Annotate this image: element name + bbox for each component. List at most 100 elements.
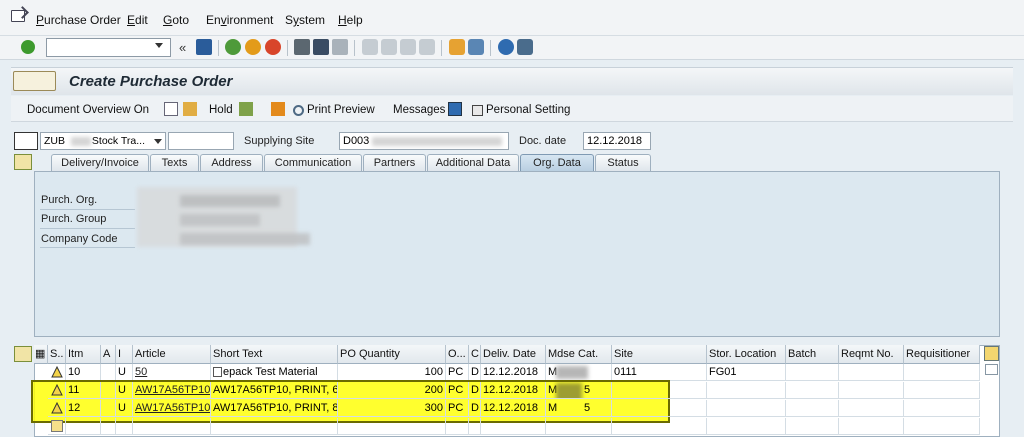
col-po-quantity[interactable]: PO Quantity <box>338 345 446 364</box>
doc-date-field[interactable]: 12.12.2018 <box>583 132 651 150</box>
find-icon[interactable] <box>313 39 329 55</box>
po-quantity-cell[interactable]: 100 <box>338 364 446 381</box>
tab-texts[interactable]: Texts <box>150 154 199 171</box>
site-cell[interactable] <box>612 418 707 435</box>
supplying-site-field[interactable]: D003 <box>339 132 509 150</box>
previous-page-icon[interactable] <box>381 39 397 55</box>
col-short-text[interactable]: Short Text <box>211 345 338 364</box>
col-i[interactable]: I <box>116 345 133 364</box>
item-number[interactable]: 12 <box>66 400 101 417</box>
order-unit-cell[interactable]: PC <box>446 382 469 399</box>
po-quantity-cell[interactable]: 300 <box>338 400 446 417</box>
article-cell[interactable] <box>133 418 211 435</box>
delivery-date-cell[interactable] <box>481 418 546 435</box>
item-number[interactable]: 10 <box>66 364 101 381</box>
col-stor-location[interactable]: Stor. Location <box>707 345 786 364</box>
next-page-icon[interactable] <box>400 39 416 55</box>
item-category[interactable]: U <box>116 400 133 417</box>
order-unit-cell[interactable]: PC <box>446 400 469 417</box>
col-deliv-date[interactable]: Deliv. Date <box>481 345 546 364</box>
batch-cell[interactable] <box>786 418 839 435</box>
date-category-cell[interactable] <box>469 418 481 435</box>
print-preview-icon[interactable] <box>271 102 285 116</box>
batch-cell[interactable] <box>786 382 839 399</box>
reqmt-no-cell[interactable] <box>839 364 904 381</box>
col-mdse-cat[interactable]: Mdse Cat. <box>546 345 612 364</box>
warning-triangle-icon[interactable] <box>51 384 63 396</box>
po-number-field[interactable] <box>168 132 234 150</box>
collapse-items-icon[interactable] <box>14 346 32 362</box>
order-unit-cell[interactable] <box>446 418 469 435</box>
batch-cell[interactable] <box>786 364 839 381</box>
mdse-cat-cell[interactable]: M <box>546 364 612 381</box>
delivery-date-cell[interactable]: 12.12.2018 <box>481 364 546 381</box>
item-category[interactable]: U <box>116 364 133 381</box>
requisitioner-cell[interactable] <box>904 382 980 399</box>
date-category-cell[interactable]: D <box>469 382 481 399</box>
back-icon[interactable] <box>225 39 241 55</box>
shortcut-icon[interactable] <box>468 39 484 55</box>
storage-location-cell[interactable]: FG01 <box>707 364 786 381</box>
collapse-header-icon[interactable] <box>14 154 32 170</box>
requisitioner-cell[interactable] <box>904 400 980 417</box>
item-category[interactable] <box>116 418 133 435</box>
hold-button[interactable]: Hold <box>209 104 233 116</box>
col-a[interactable]: A <box>101 345 116 364</box>
system-menu-icon[interactable] <box>11 10 25 22</box>
find-next-icon[interactable] <box>332 39 348 55</box>
batch-cell[interactable] <box>786 400 839 417</box>
po-quantity-cell[interactable]: 200 <box>338 382 446 399</box>
col-order-unit[interactable]: O... <box>446 345 469 364</box>
tab-delivery-invoice[interactable]: Delivery/Invoice <box>51 154 149 171</box>
date-category-cell[interactable]: D <box>469 364 481 381</box>
delivery-date-cell[interactable]: 12.12.2018 <box>481 400 546 417</box>
item-category[interactable]: U <box>116 382 133 399</box>
storage-location-cell[interactable] <box>707 418 786 435</box>
short-text-cell[interactable]: AW17A56TP10, PRINT, 8 <box>211 400 338 417</box>
site-cell[interactable]: 0111 <box>612 364 707 381</box>
personal-setting-button[interactable]: Personal Setting <box>472 104 570 116</box>
col-site[interactable]: Site <box>612 345 707 364</box>
short-text-cell[interactable] <box>211 418 338 435</box>
document-type-field[interactable]: ZUB Stock Tra... <box>40 132 166 150</box>
customize-layout-icon[interactable] <box>517 39 533 55</box>
requisitioner-cell[interactable] <box>904 364 980 381</box>
print-preview-button[interactable]: Print Preview <box>293 104 375 116</box>
menu-purchase-order[interactable]: Purchase Order <box>36 13 121 27</box>
exit-icon[interactable] <box>245 39 261 55</box>
reqmt-no-cell[interactable] <box>839 400 904 417</box>
tab-partners[interactable]: Partners <box>363 154 426 171</box>
print-icon[interactable] <box>294 39 310 55</box>
tab-communication[interactable]: Communication <box>264 154 362 171</box>
article-cell[interactable]: AW17A56TP10 <box>133 382 211 399</box>
account-assignment-cell[interactable] <box>101 382 116 399</box>
short-text-cell[interactable]: AW17A56TP10, PRINT, 6 <box>211 382 338 399</box>
col-reqmt-no[interactable]: Reqmt No. <box>839 345 904 364</box>
tab-status[interactable]: Status <box>595 154 651 171</box>
tab-org-data[interactable]: Org. Data <box>520 154 594 171</box>
po-quantity-cell[interactable] <box>338 418 446 435</box>
help-icon[interactable] <box>498 39 514 55</box>
col-article[interactable]: Article <box>133 345 211 364</box>
command-field-dropdown-icon[interactable] <box>155 43 163 48</box>
enter-check-icon[interactable] <box>21 40 35 54</box>
create-session-icon[interactable] <box>449 39 465 55</box>
reqmt-no-cell[interactable] <box>839 418 904 435</box>
menu-environment[interactable]: Environment <box>206 13 273 27</box>
open-document-icon[interactable] <box>183 102 197 116</box>
column-settings-icon[interactable] <box>984 346 999 361</box>
delivery-date-cell[interactable]: 12.12.2018 <box>481 382 546 399</box>
col-item[interactable]: Itm <box>66 345 101 364</box>
account-assignment-cell[interactable] <box>101 400 116 417</box>
mdse-cat-cell[interactable]: M 5 <box>546 400 612 417</box>
document-overview-button[interactable]: Document Overview On <box>27 104 149 116</box>
first-page-icon[interactable] <box>362 39 378 55</box>
requisitioner-cell[interactable] <box>904 418 980 435</box>
col-status[interactable]: S.. <box>48 345 66 364</box>
shopping-cart-icon[interactable] <box>14 132 38 150</box>
check-icon[interactable] <box>239 102 253 116</box>
warning-triangle-icon[interactable] <box>51 402 63 414</box>
account-assignment-cell[interactable] <box>101 364 116 381</box>
save-icon[interactable] <box>196 39 212 55</box>
site-cell[interactable] <box>612 382 707 399</box>
